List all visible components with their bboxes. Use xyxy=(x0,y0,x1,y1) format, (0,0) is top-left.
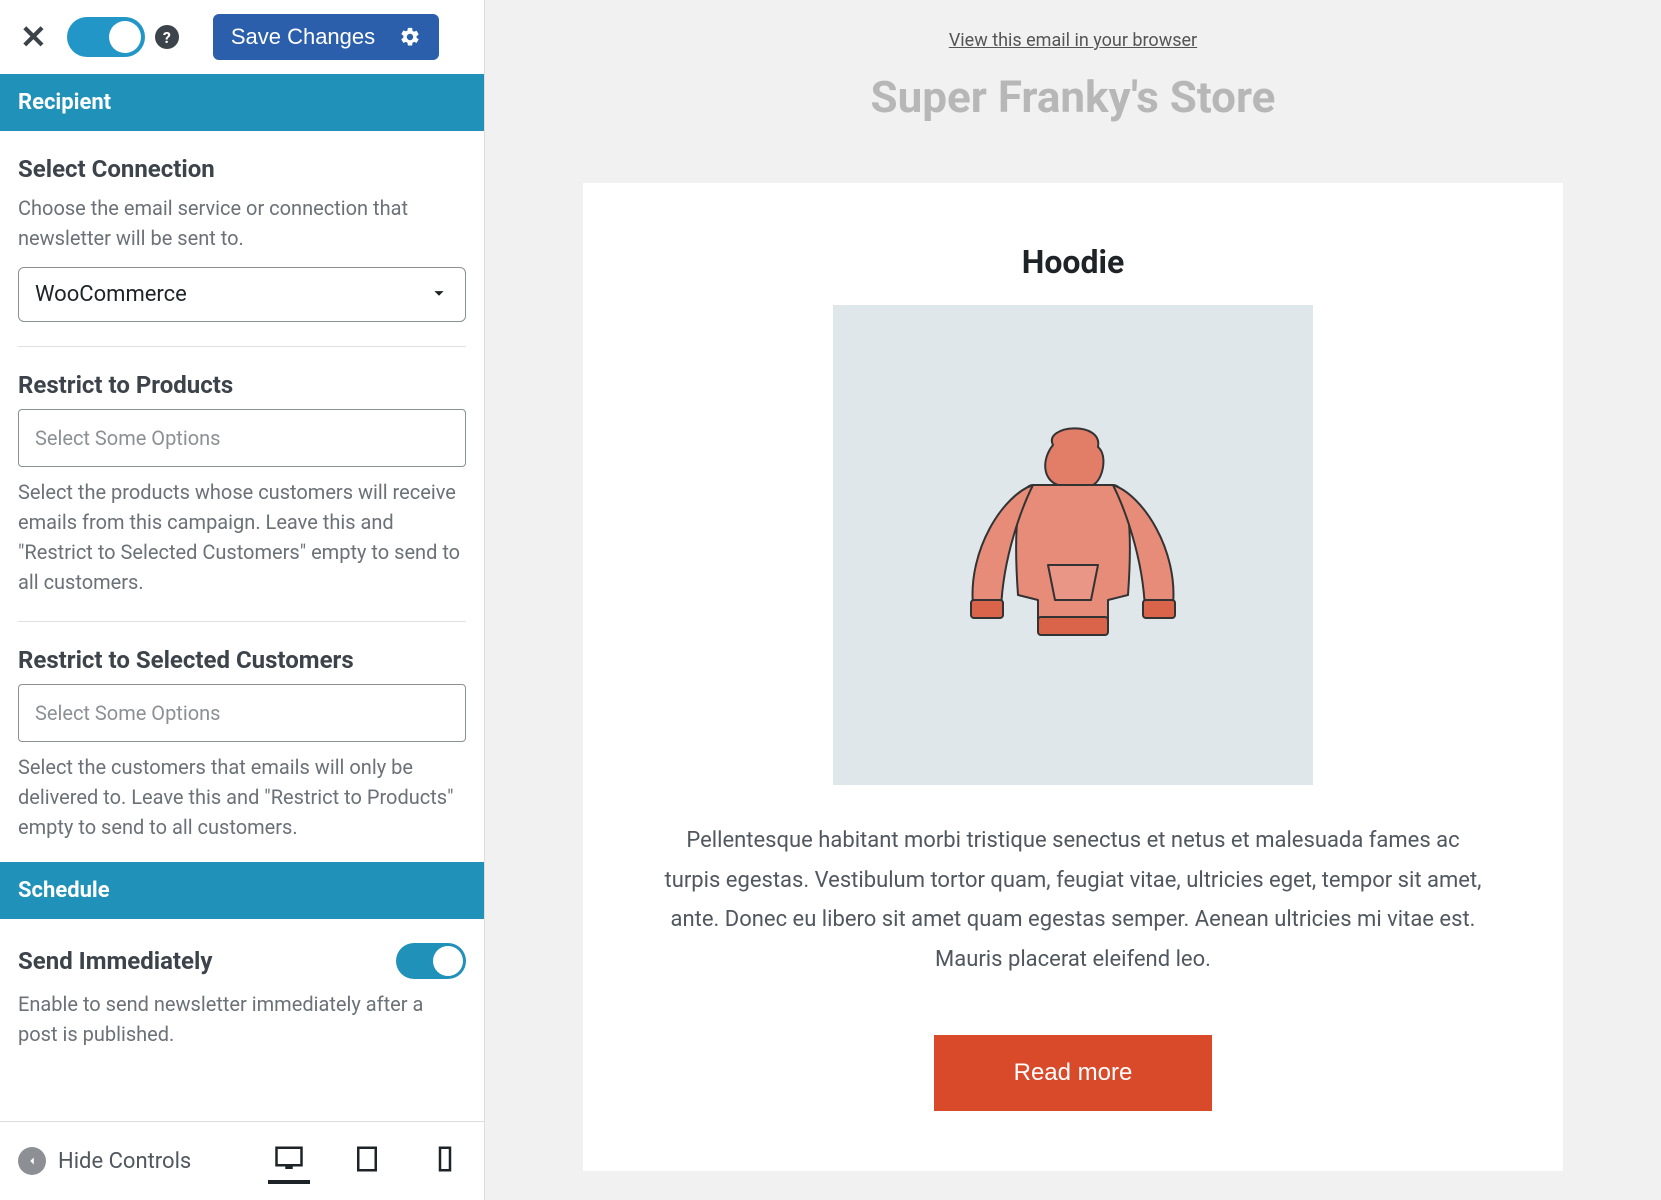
section-recipient[interactable]: Recipient xyxy=(0,74,484,131)
hide-controls-button[interactable]: Hide Controls xyxy=(18,1147,191,1175)
publish-toggle[interactable] xyxy=(67,17,145,57)
hide-controls-label: Hide Controls xyxy=(58,1149,191,1174)
restrict-products-group: Restrict to Products Select Some Options… xyxy=(18,371,466,622)
sidebar-header: ✕ ? Save Changes xyxy=(0,0,484,74)
preview-pane: View this email in your browser Super Fr… xyxy=(485,0,1661,1200)
gear-icon xyxy=(399,26,421,48)
restrict-customers-group: Restrict to Selected Customers Select So… xyxy=(18,646,466,852)
browser-link-wrap: View this email in your browser xyxy=(485,20,1661,71)
send-immediately-label: Send Immediately xyxy=(18,947,212,975)
mobile-icon[interactable] xyxy=(424,1138,466,1184)
send-immediately-toggle[interactable] xyxy=(396,943,466,979)
close-icon[interactable]: ✕ xyxy=(14,21,53,53)
section-schedule[interactable]: Schedule xyxy=(0,862,484,919)
device-buttons xyxy=(268,1138,466,1184)
connection-group: Select Connection Choose the email servi… xyxy=(18,155,466,347)
restrict-customers-select[interactable]: Select Some Options xyxy=(18,684,466,742)
save-button[interactable]: Save Changes xyxy=(213,14,439,60)
tablet-icon[interactable] xyxy=(346,1138,388,1184)
recipient-panel: Select Connection Choose the email servi… xyxy=(0,131,484,862)
save-button-label: Save Changes xyxy=(231,24,375,50)
send-immediately-desc: Enable to send newsletter immediately af… xyxy=(18,989,466,1049)
connection-select[interactable]: WooCommerce xyxy=(18,267,466,322)
read-more-button[interactable]: Read more xyxy=(934,1035,1213,1111)
schedule-panel: Send Immediately Enable to send newslett… xyxy=(0,919,484,1069)
connection-desc: Choose the email service or connection t… xyxy=(18,193,466,253)
restrict-products-desc: Select the products whose customers will… xyxy=(18,477,466,597)
product-image xyxy=(833,305,1313,785)
connection-label: Select Connection xyxy=(18,155,466,183)
email-body: Hoodie xyxy=(583,183,1563,1171)
sidebar: ✕ ? Save Changes Recipient Select Connec… xyxy=(0,0,485,1200)
send-immediately-group: Send Immediately Enable to send newslett… xyxy=(18,943,466,1059)
store-name: Super Franky's Store xyxy=(485,71,1661,163)
chevron-left-icon xyxy=(18,1147,46,1175)
sidebar-footer: Hide Controls xyxy=(0,1121,484,1200)
restrict-products-label: Restrict to Products xyxy=(18,371,466,399)
restrict-products-select[interactable]: Select Some Options xyxy=(18,409,466,467)
product-title: Hoodie xyxy=(663,243,1483,281)
restrict-customers-label: Restrict to Selected Customers xyxy=(18,646,466,674)
product-description: Pellentesque habitant morbi tristique se… xyxy=(663,821,1483,979)
restrict-customers-desc: Select the customers that emails will on… xyxy=(18,752,466,842)
desktop-icon[interactable] xyxy=(268,1138,310,1184)
view-in-browser-link[interactable]: View this email in your browser xyxy=(949,30,1197,51)
help-icon[interactable]: ? xyxy=(155,25,179,49)
